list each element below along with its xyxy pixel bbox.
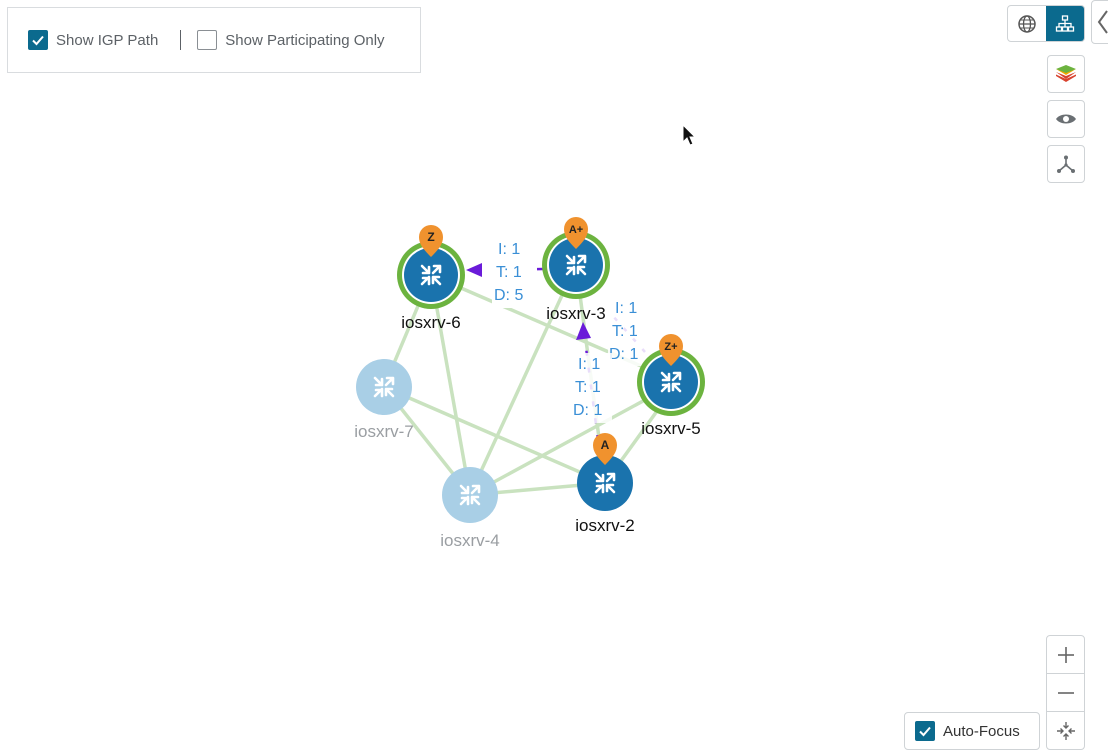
- metric-i: I: 1: [578, 356, 600, 373]
- metric-link-3-6: I: 1 T: 1 D: 5: [492, 236, 534, 308]
- svg-text:A: A: [601, 438, 610, 452]
- link: [383, 385, 606, 485]
- path-arrow-3-6: [466, 263, 482, 277]
- metric-d: D: 1: [573, 402, 602, 419]
- svg-text:Z+: Z+: [664, 341, 677, 353]
- node-label: iosxrv-3: [546, 304, 606, 323]
- metric-link-2-3: I: 1 T: 1 D: 1: [572, 353, 612, 423]
- metric-t: T: 1: [575, 379, 601, 396]
- node-iosxrv-4[interactable]: iosxrv-4: [440, 467, 500, 550]
- svg-text:Z: Z: [427, 230, 434, 244]
- node-iosxrv-6[interactable]: Z iosxrv-6: [397, 225, 465, 332]
- svg-text:A+: A+: [569, 224, 583, 236]
- node-label: iosxrv-4: [440, 531, 500, 550]
- node-label: iosxrv-7: [354, 422, 414, 441]
- path-arrow-2-3: [576, 322, 591, 340]
- node-iosxrv-3[interactable]: A+ iosxrv-3: [542, 217, 610, 323]
- mouse-cursor-icon: [682, 124, 697, 146]
- metric-d: D: 1: [609, 346, 638, 363]
- metric-i: I: 1: [615, 300, 637, 317]
- metric-i: I: 1: [498, 241, 520, 258]
- metric-t: T: 1: [612, 323, 638, 340]
- metric-link-5-3: I: 1 T: 1 D: 1: [608, 296, 648, 366]
- node-label: iosxrv-5: [641, 419, 701, 438]
- node-label: iosxrv-2: [575, 516, 635, 535]
- metric-d: D: 5: [494, 287, 523, 304]
- node-iosxrv-7[interactable]: iosxrv-7: [354, 359, 414, 441]
- metric-t: T: 1: [496, 264, 522, 281]
- node-label: iosxrv-6: [401, 313, 461, 332]
- node-iosxrv-2[interactable]: A iosxrv-2: [575, 433, 635, 535]
- topology-canvas[interactable]: I: 1 T: 1 D: 5 I: 1 T: 1 D: 1 I: 1 T: 1 …: [0, 0, 1108, 753]
